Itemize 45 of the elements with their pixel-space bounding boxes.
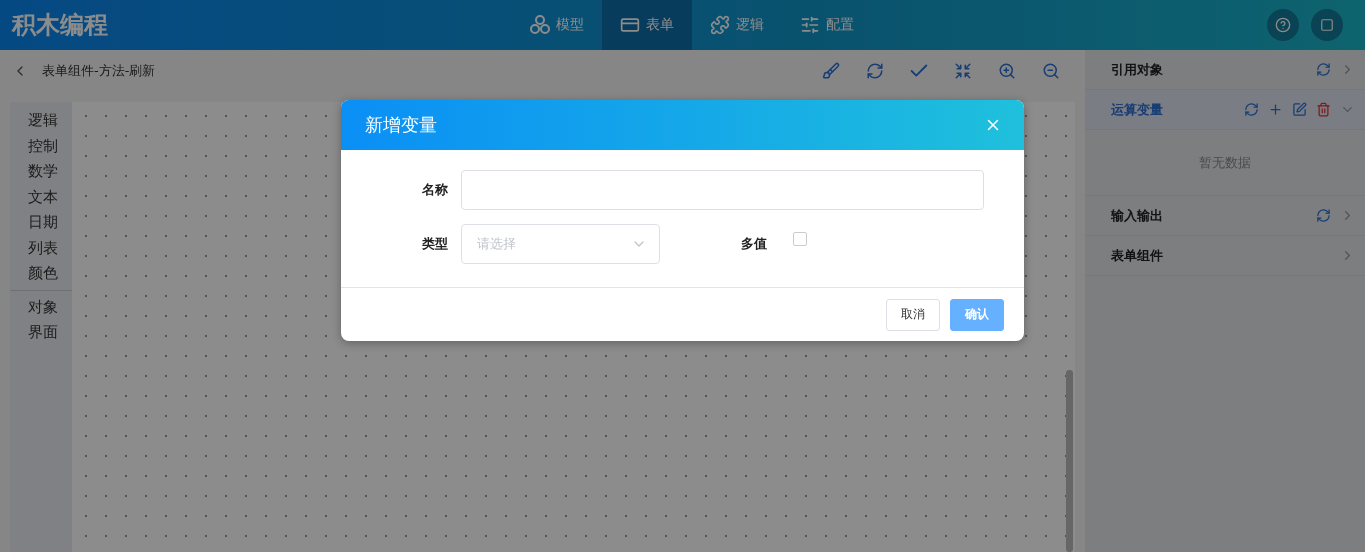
sliders-icon bbox=[800, 15, 820, 35]
app-title: 积木编程 bbox=[12, 10, 109, 41]
field-label: 名称 bbox=[421, 181, 449, 199]
refresh-icon[interactable] bbox=[866, 62, 884, 80]
add-icon[interactable] bbox=[1268, 102, 1283, 117]
edit-icon[interactable] bbox=[1292, 102, 1307, 117]
category-item[interactable]: 日期 bbox=[28, 210, 72, 236]
nav-tab[interactable]: 表单 bbox=[602, 0, 692, 50]
dialog-header: 新增变量 bbox=[341, 100, 1024, 150]
zoom-in-icon[interactable] bbox=[998, 62, 1016, 80]
field-label: 多值 bbox=[740, 235, 768, 253]
brush-icon[interactable] bbox=[822, 62, 840, 80]
checkbox[interactable] bbox=[793, 232, 807, 246]
circles-icon bbox=[530, 15, 550, 35]
panel-section-header[interactable]: 输入输出 bbox=[1085, 196, 1365, 236]
category-item[interactable]: 颜色 bbox=[28, 261, 72, 287]
breadcrumb: 表单组件-方法-刷新 bbox=[42, 62, 157, 80]
refresh-icon[interactable] bbox=[1316, 208, 1331, 223]
name-input[interactable] bbox=[461, 170, 984, 210]
card-icon bbox=[620, 15, 640, 35]
zoom-out-icon[interactable] bbox=[1042, 62, 1060, 80]
refresh-icon[interactable] bbox=[1316, 62, 1331, 77]
nav-tab[interactable]: 模型 bbox=[512, 0, 602, 50]
cancel-button[interactable]: 取消 bbox=[886, 298, 940, 331]
puzzle-icon bbox=[710, 15, 730, 35]
panel-section-header[interactable]: 运算变量 bbox=[1085, 90, 1365, 130]
scrollbar[interactable] bbox=[1066, 370, 1073, 552]
delete-icon[interactable] bbox=[1316, 102, 1331, 117]
category-item[interactable]: 控制 bbox=[28, 133, 72, 159]
square-icon bbox=[1320, 18, 1334, 32]
category-item[interactable]: 逻辑 bbox=[28, 108, 72, 134]
help-button[interactable] bbox=[1267, 9, 1299, 41]
category-item[interactable]: 数学 bbox=[28, 159, 72, 185]
category-item[interactable]: 文本 bbox=[28, 184, 72, 210]
nav-tab[interactable]: 配置 bbox=[782, 0, 872, 50]
shrink-icon[interactable] bbox=[954, 62, 972, 80]
window-button[interactable] bbox=[1311, 9, 1343, 41]
category-item[interactable]: 界面 bbox=[28, 320, 72, 346]
field-label: 类型 bbox=[421, 235, 449, 253]
category-item[interactable]: 对象 bbox=[28, 294, 72, 320]
panel-section-header[interactable]: 表单组件 bbox=[1085, 236, 1365, 276]
nav-tab[interactable]: 逻辑 bbox=[692, 0, 782, 50]
help-icon bbox=[1275, 17, 1291, 33]
refresh-icon[interactable] bbox=[1244, 102, 1259, 117]
category-item[interactable]: 列表 bbox=[28, 235, 72, 261]
